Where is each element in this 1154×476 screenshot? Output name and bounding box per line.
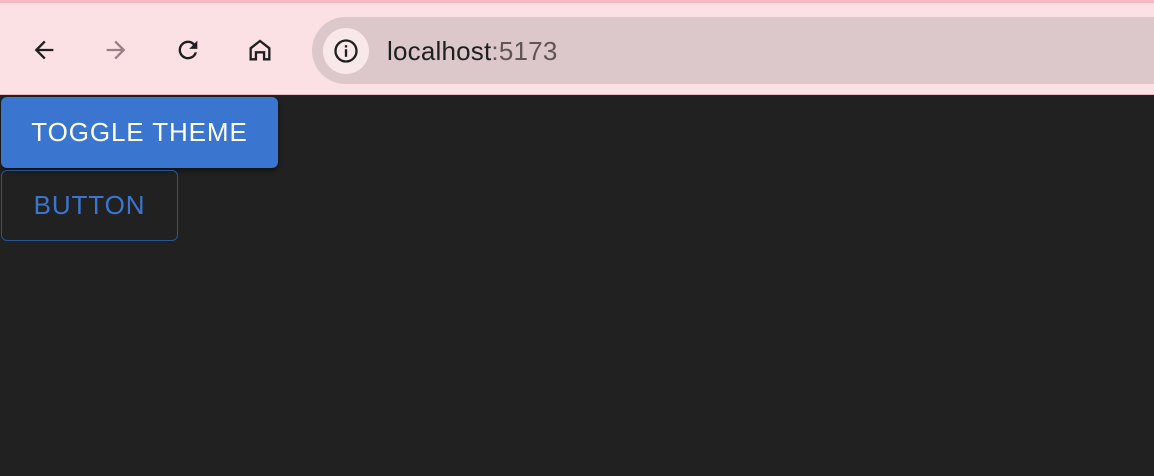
address-bar[interactable]: localhost:5173 [312, 17, 1154, 84]
outlined-button[interactable]: BUTTON [1, 170, 178, 241]
page-content: TOGGLE THEME BUTTON [0, 95, 1154, 476]
arrow-left-icon [34, 40, 54, 60]
home-button[interactable] [240, 30, 280, 70]
reload-button[interactable] [168, 30, 208, 70]
url-text[interactable]: localhost:5173 [387, 36, 558, 66]
forward-button[interactable] [96, 30, 136, 70]
url-port: :5173 [491, 36, 558, 66]
back-button[interactable] [24, 30, 64, 70]
url-host: localhost [387, 36, 492, 66]
toggle-theme-button[interactable]: TOGGLE THEME [1, 97, 278, 168]
info-icon [334, 39, 358, 63]
arrow-right-icon [106, 40, 126, 60]
reload-icon [178, 40, 198, 60]
browser-toolbar: localhost:5173 [0, 0, 1154, 95]
home-icon [249, 39, 271, 61]
site-info-button[interactable] [323, 28, 369, 74]
